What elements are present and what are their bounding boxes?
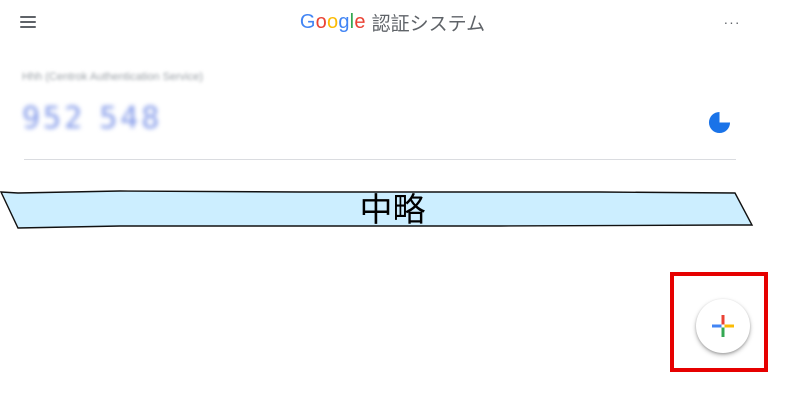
otp-code[interactable]: 952 548 (22, 100, 162, 138)
logo-letter: o (315, 10, 327, 33)
otp-code-part2: 548 (99, 101, 163, 136)
divider (24, 159, 736, 160)
title-text: 認証システム (371, 12, 486, 35)
logo-letter: g (338, 10, 350, 33)
add-account-button[interactable] (696, 299, 750, 353)
otp-code-part1: 952 (22, 101, 86, 136)
logo-letter: o (327, 10, 339, 33)
top-app-bar: Google 認証システム ··· (0, 0, 785, 44)
authenticator-screen: Google 認証システム ··· Hhh (Centrok Authentic… (0, 0, 785, 397)
account-entry[interactable]: Hhh (Centrok Authentication Service) 952… (22, 60, 737, 160)
logo-letter: e (354, 10, 366, 33)
more-options-icon[interactable]: ··· (719, 12, 745, 32)
logo-letter: G (299, 10, 316, 33)
app-title: Google 認証システム (0, 8, 785, 36)
account-issuer: Hhh (Centrok Authentication Service) (22, 71, 203, 83)
countdown-pie-icon (708, 111, 731, 134)
add-plus-icon (712, 315, 734, 337)
omission-banner: 中略 (0, 180, 785, 240)
google-logo: Google (300, 11, 366, 34)
omission-label: 中略 (359, 190, 426, 229)
